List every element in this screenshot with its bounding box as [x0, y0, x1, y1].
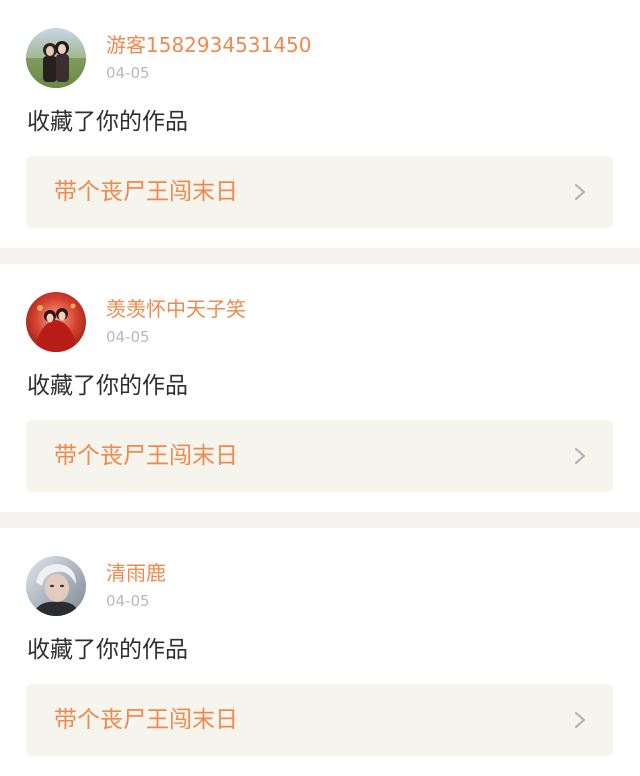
- work-link[interactable]: 带个丧尸王闯末日: [26, 420, 613, 492]
- username[interactable]: 羡羡怀中天子笑: [106, 295, 246, 323]
- user-avatar[interactable]: [26, 28, 86, 88]
- notification-feed: 游客1582934531450 04-05 收藏了你的作品 带个丧尸王闯末日 羡…: [0, 0, 640, 776]
- username[interactable]: 游客1582934531450: [106, 31, 311, 59]
- chevron-right-icon: [574, 183, 586, 201]
- action-text: 收藏了你的作品: [27, 373, 188, 399]
- divider: [0, 512, 640, 528]
- work-title: 带个丧尸王闯末日: [54, 707, 238, 733]
- divider: [0, 248, 640, 264]
- work-title: 带个丧尸王闯末日: [54, 179, 238, 205]
- chevron-right-icon: [574, 711, 586, 729]
- work-link[interactable]: 带个丧尸王闯末日: [26, 156, 613, 228]
- action-text: 收藏了你的作品: [27, 109, 188, 135]
- user-avatar[interactable]: [26, 292, 86, 352]
- timestamp: 04-05: [106, 592, 150, 610]
- work-title: 带个丧尸王闯末日: [54, 443, 238, 469]
- username[interactable]: 清雨鹿: [106, 559, 166, 587]
- work-link[interactable]: 带个丧尸王闯末日: [26, 684, 613, 756]
- timestamp: 04-05: [106, 328, 150, 346]
- notification-item: 清雨鹿 04-05 收藏了你的作品 带个丧尸王闯末日: [0, 528, 640, 776]
- couple-photo-avatar-icon: [26, 28, 86, 88]
- chevron-right-icon: [574, 447, 586, 465]
- portrait-avatar-icon: [26, 556, 86, 616]
- timestamp: 04-05: [106, 64, 150, 82]
- user-avatar[interactable]: [26, 556, 86, 616]
- red-costume-avatar-icon: [26, 292, 86, 352]
- notification-item: 游客1582934531450 04-05 收藏了你的作品 带个丧尸王闯末日: [0, 0, 640, 248]
- action-text: 收藏了你的作品: [27, 637, 188, 663]
- notification-item: 羡羡怀中天子笑 04-05 收藏了你的作品 带个丧尸王闯末日: [0, 264, 640, 512]
